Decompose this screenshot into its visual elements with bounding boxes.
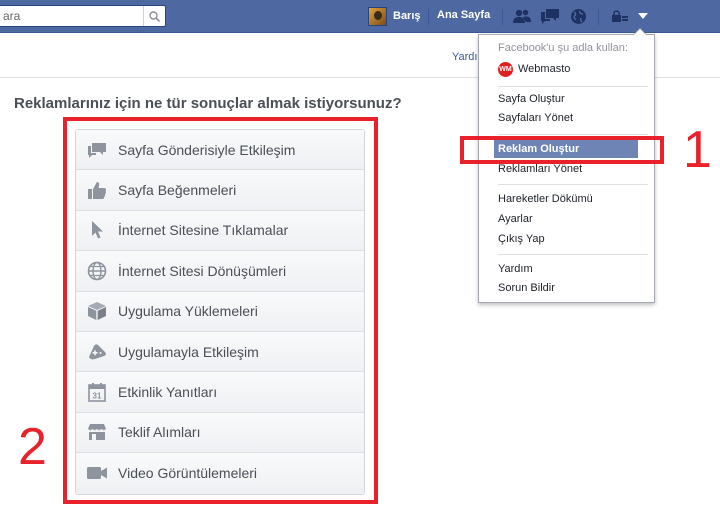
menu-item-report-problem[interactable]: Sorun Bildir — [479, 279, 654, 297]
account-dropdown-menu: Facebook'u şu adla kullan: WM Webmasto S… — [478, 28, 655, 303]
menu-divider — [498, 254, 648, 255]
menu-item-create-page[interactable]: Sayfa Oluştur — [479, 90, 654, 108]
menu-divider — [498, 134, 648, 135]
account-menu-button[interactable] — [633, 6, 653, 26]
avatar — [368, 6, 387, 26]
lock-icon — [612, 10, 628, 22]
friend-requests-button[interactable] — [512, 6, 532, 26]
help-link[interactable]: Yardı — [452, 51, 477, 63]
search-box[interactable] — [0, 5, 166, 27]
notifications-button[interactable] — [568, 6, 588, 26]
page-title: Reklamlarınız için ne tür sonuçlar almak… — [14, 95, 402, 112]
search-icon — [149, 10, 160, 22]
page-name: Webmasto — [518, 63, 571, 75]
profile-name: Barış — [393, 10, 421, 22]
globe-icon — [570, 8, 586, 24]
menu-divider — [498, 86, 648, 87]
friends-icon — [513, 9, 531, 23]
menu-item-help[interactable]: Yardım — [479, 260, 654, 278]
menu-item-logout[interactable]: Çıkış Yap — [479, 230, 654, 248]
webmasto-logo: WM — [498, 61, 513, 77]
search-input[interactable] — [3, 8, 141, 24]
annotation-number-2: 2 — [18, 418, 47, 476]
use-as-header: Facebook'u şu adla kullan: — [498, 42, 628, 54]
top-navigation-bar: Barış Ana Sayfa — [0, 0, 720, 33]
caret-down-icon — [638, 13, 648, 19]
messages-icon — [541, 9, 559, 24]
search-button[interactable] — [143, 6, 165, 26]
menu-item-settings[interactable]: Ayarlar — [479, 210, 654, 228]
menu-item-activity-log[interactable]: Hareketler Dökümü — [479, 190, 654, 208]
annotation-number-1: 1 — [683, 121, 712, 179]
switch-to-page-webmasto[interactable]: WM Webmasto — [479, 60, 654, 78]
nav-divider — [598, 9, 599, 25]
nav-divider — [428, 9, 429, 25]
menu-divider — [498, 184, 648, 185]
annotation-box-1 — [460, 136, 664, 164]
messages-button[interactable] — [540, 6, 560, 26]
annotation-box-2 — [63, 117, 378, 504]
home-link[interactable]: Ana Sayfa — [437, 9, 490, 21]
menu-item-manage-pages[interactable]: Sayfaları Yönet — [479, 109, 654, 127]
profile-link[interactable]: Barış — [368, 5, 421, 27]
nav-divider — [502, 9, 503, 25]
privacy-shortcuts-button[interactable] — [610, 6, 630, 26]
